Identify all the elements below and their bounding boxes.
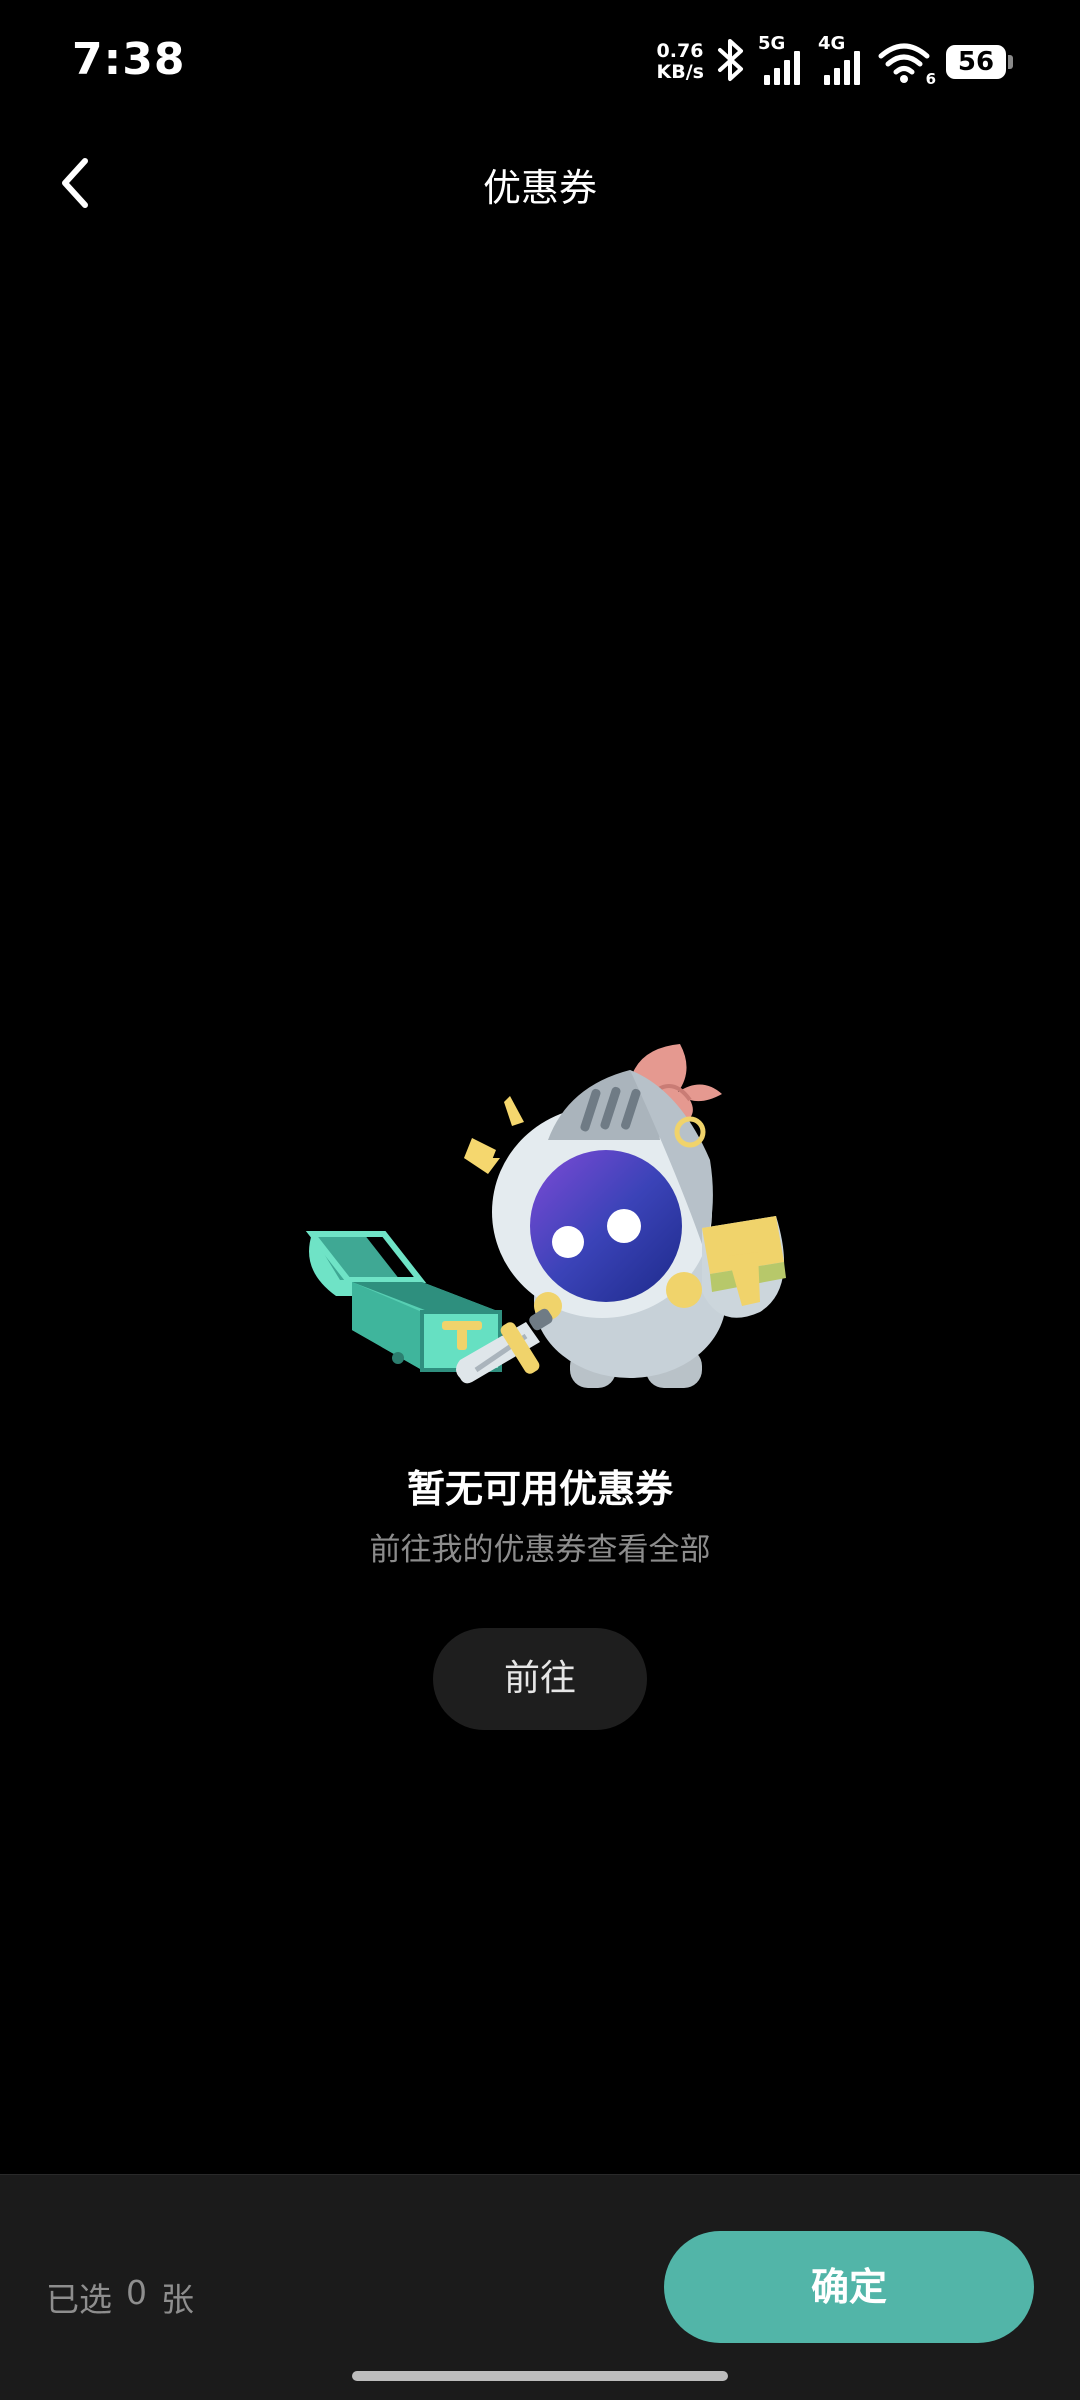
status-time: 7:38 — [72, 34, 186, 85]
signal-4g-icon: 4G — [818, 33, 868, 87]
empty-coupon-illustration — [300, 1030, 800, 1390]
selected-count-info: 已选 0 张 — [46, 2273, 194, 2321]
selected-prefix: 已选 — [46, 2280, 112, 2319]
wifi-icon: 6 — [878, 40, 936, 88]
empty-state-subtitle: 前往我的优惠券查看全部 — [369, 1532, 711, 1568]
status-icons: 0.76 KB/s 5G 4G 6 56 — [657, 33, 1013, 90]
network-speed: 0.76 KB/s — [657, 41, 704, 83]
page-title: 优惠券 — [482, 166, 597, 210]
signal-5g-icon: 5G — [758, 33, 808, 87]
nav-header: 优惠券 — [0, 120, 1080, 256]
network-speed-unit: KB/s — [656, 61, 704, 83]
bottom-action-bar: 已选 0 张 确定 — [0, 2174, 1080, 2400]
confirm-button[interactable]: 确定 — [664, 2231, 1034, 2343]
home-indicator[interactable] — [352, 2371, 728, 2381]
selected-count: 0 — [126, 2273, 147, 2312]
wifi-label: 6 — [925, 70, 936, 88]
empty-state-title: 暂无可用优惠券 — [406, 1467, 673, 1511]
goto-button[interactable]: 前往 — [433, 1628, 647, 1730]
network-speed-value: 0.76 — [656, 40, 704, 62]
selected-suffix: 张 — [161, 2280, 194, 2319]
battery-icon: 56 — [946, 45, 1013, 79]
status-bar: 7:38 0.76 KB/s 5G 4G 6 56 — [0, 0, 1080, 120]
battery-level: 56 — [957, 47, 995, 77]
coupon-screen: 7:38 0.76 KB/s 5G 4G 6 56 优惠券 暂无可用优惠券 前往… — [0, 0, 1080, 2400]
bluetooth-icon — [714, 38, 748, 86]
